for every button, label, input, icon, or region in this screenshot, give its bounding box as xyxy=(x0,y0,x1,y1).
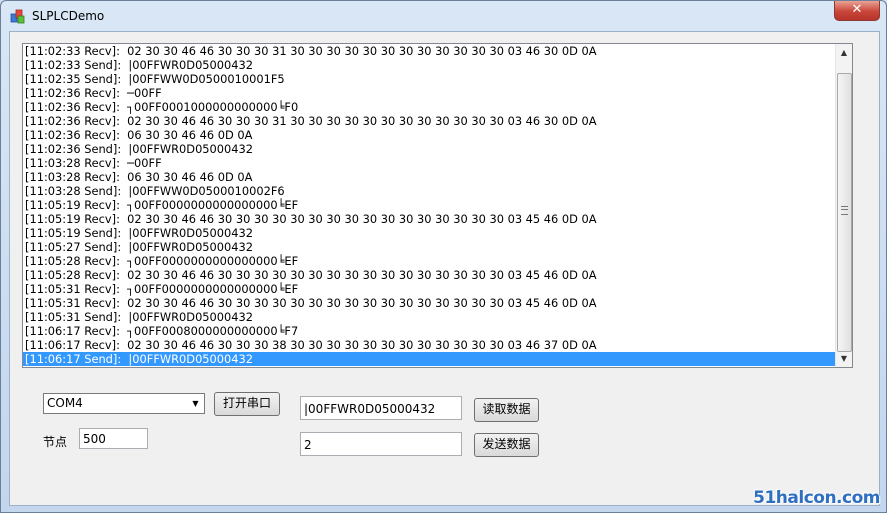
log-line[interactable]: [11:05:27 Send]: |00FFWR0D05000432 xyxy=(23,240,835,254)
log-line[interactable]: [11:02:36 Send]: |00FFWR0D05000432 xyxy=(23,142,835,156)
log-line[interactable]: [11:05:31 Recv]: 02 30 30 46 46 30 30 30… xyxy=(23,296,835,310)
grip-icon xyxy=(841,206,848,215)
send-data-button[interactable]: 发送数据 xyxy=(474,433,539,457)
log-line[interactable]: [11:05:19 Recv]: ┐00FF0000000000000000╘E… xyxy=(23,198,835,212)
log-line[interactable]: [11:05:19 Recv]: 02 30 30 46 46 30 30 30… xyxy=(23,212,835,226)
close-icon: ✕ xyxy=(851,2,863,17)
node-label: 节点 xyxy=(43,435,68,449)
read-data-button[interactable]: 读取数据 xyxy=(474,398,539,422)
client-area: [11:02:33 Recv]: 02 30 30 46 46 30 30 30… xyxy=(9,31,880,506)
port-combobox[interactable]: COM4 ▼ xyxy=(43,393,205,414)
log-listbox[interactable]: [11:02:33 Recv]: 02 30 30 46 46 30 30 30… xyxy=(22,43,853,368)
log-line[interactable]: [11:06:17 Recv]: 02 30 30 46 46 30 30 30… xyxy=(23,338,835,352)
node-field[interactable]: 500 xyxy=(79,428,148,449)
log-line[interactable]: [11:06:17 Send]: |00FFWR0D05000432 xyxy=(23,352,835,366)
log-line[interactable]: [11:05:31 Send]: |00FFWR0D05000432 xyxy=(23,310,835,324)
window-title: SLPLCDemo xyxy=(32,9,105,23)
log-line[interactable]: [11:05:19 Send]: |00FFWR0D05000432 xyxy=(23,226,835,240)
log-line[interactable]: [11:05:28 Recv]: ┐00FF0000000000000000╘E… xyxy=(23,254,835,268)
log-line[interactable]: [11:02:35 Send]: |00FFWW0D0500010001F5 xyxy=(23,72,835,86)
data-field[interactable]: 2 xyxy=(300,432,462,456)
port-value: COM4 xyxy=(47,396,83,410)
log-line[interactable]: [11:05:28 Recv]: 02 30 30 46 46 30 30 30… xyxy=(23,268,835,282)
log-line[interactable]: [11:02:36 Recv]: 06 30 30 46 46 0D 0A xyxy=(23,128,835,142)
vertical-scrollbar[interactable]: ▲ ▼ xyxy=(835,44,852,367)
log-line[interactable]: [11:02:33 Recv]: 02 30 30 46 46 30 30 30… xyxy=(23,44,835,58)
open-port-button[interactable]: 打开串口 xyxy=(214,392,280,416)
log-line[interactable]: [11:02:36 Recv]: 02 30 30 46 46 30 30 30… xyxy=(23,114,835,128)
close-button[interactable]: ✕ xyxy=(834,1,880,21)
scroll-down-arrow-icon[interactable]: ▼ xyxy=(836,350,852,367)
scroll-thumb[interactable] xyxy=(837,73,852,352)
watermark-logo: 51halcon.com xyxy=(753,488,880,508)
app-icon xyxy=(10,9,25,24)
log-line[interactable]: [11:05:31 Recv]: ┐00FF0000000000000000╘E… xyxy=(23,282,835,296)
log-line[interactable]: [11:02:36 Recv]: ┐00FF0001000000000000╘F… xyxy=(23,100,835,114)
log-line[interactable]: [11:02:33 Send]: |00FFWR0D05000432 xyxy=(23,58,835,72)
log-line[interactable]: [11:03:28 Recv]: 06 30 30 46 46 0D 0A xyxy=(23,170,835,184)
scroll-up-arrow-icon[interactable]: ▲ xyxy=(836,44,852,61)
log-line[interactable]: [11:02:36 Recv]: ─00FF xyxy=(23,86,835,100)
app-window: SLPLCDemo ✕ [11:02:33 Recv]: 02 30 30 46… xyxy=(0,0,887,513)
command-field[interactable]: |00FFWR0D05000432 xyxy=(300,396,462,420)
log-line[interactable]: [11:06:17 Recv]: ┐00FF0008000000000000╘F… xyxy=(23,324,835,338)
log-line[interactable]: [11:03:28 Recv]: ─00FF xyxy=(23,156,835,170)
log-line[interactable]: [11:03:28 Send]: |00FFWW0D0500010002F6 xyxy=(23,184,835,198)
title-bar[interactable]: SLPLCDemo ✕ xyxy=(1,1,886,33)
chevron-down-icon[interactable]: ▼ xyxy=(188,395,203,412)
log-lines: [11:02:33 Recv]: 02 30 30 46 46 30 30 30… xyxy=(23,44,835,366)
